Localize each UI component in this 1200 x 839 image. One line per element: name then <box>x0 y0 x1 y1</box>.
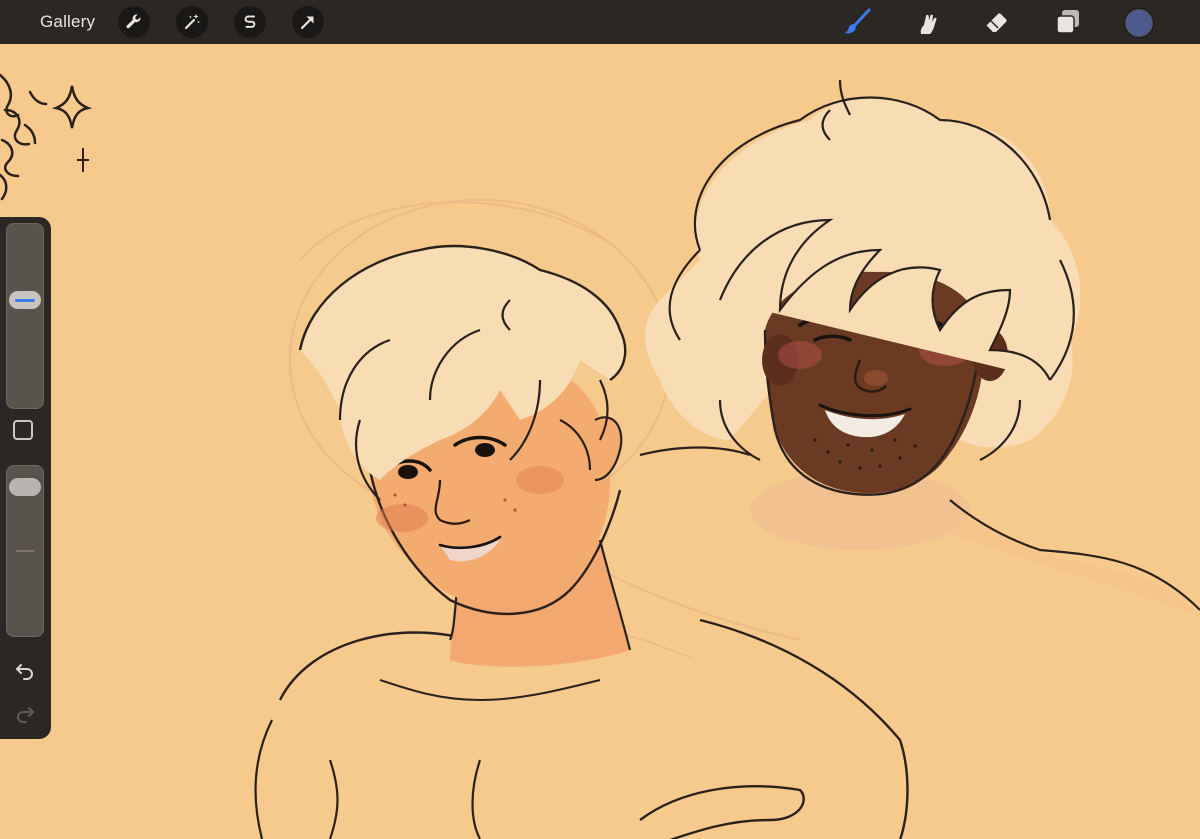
opacity-slider[interactable] <box>6 465 44 637</box>
smudge-icon <box>920 14 937 34</box>
opacity-handle[interactable] <box>9 478 41 497</box>
eraser-tool-button[interactable] <box>982 7 1012 37</box>
layers-button[interactable] <box>1053 7 1083 37</box>
redo-icon <box>17 707 34 723</box>
brush-size-slider[interactable] <box>6 223 44 409</box>
selection-button[interactable] <box>234 6 266 38</box>
sidebar-panel <box>0 217 51 739</box>
brush-tool-button[interactable] <box>842 7 872 37</box>
adjustments-button[interactable] <box>176 6 208 38</box>
color-picker-button[interactable] <box>1124 8 1154 38</box>
drawing-canvas[interactable] <box>0 44 1200 839</box>
slider-tick <box>16 550 34 552</box>
eraser-icon <box>985 13 1007 33</box>
actions-wrench-button[interactable] <box>118 6 150 38</box>
magic-wand-icon <box>184 14 200 30</box>
wrench-icon <box>126 14 141 29</box>
transform-button[interactable] <box>292 6 324 38</box>
smudge-tool-button[interactable] <box>912 7 942 37</box>
brush-icon <box>844 8 871 34</box>
undo-button[interactable] <box>12 659 38 681</box>
brush-size-handle[interactable] <box>9 291 41 310</box>
modify-square-icon[interactable] <box>13 420 33 440</box>
selection-s-icon <box>244 15 256 28</box>
handle-indicator <box>15 298 35 302</box>
transform-arrow-icon <box>300 16 314 30</box>
gallery-button[interactable]: Gallery <box>40 12 95 32</box>
undo-icon <box>16 664 33 680</box>
top-toolbar: Gallery <box>0 0 1200 44</box>
layers-icon <box>1056 10 1079 34</box>
redo-button[interactable] <box>12 702 38 724</box>
artwork-illustration <box>0 44 1200 839</box>
